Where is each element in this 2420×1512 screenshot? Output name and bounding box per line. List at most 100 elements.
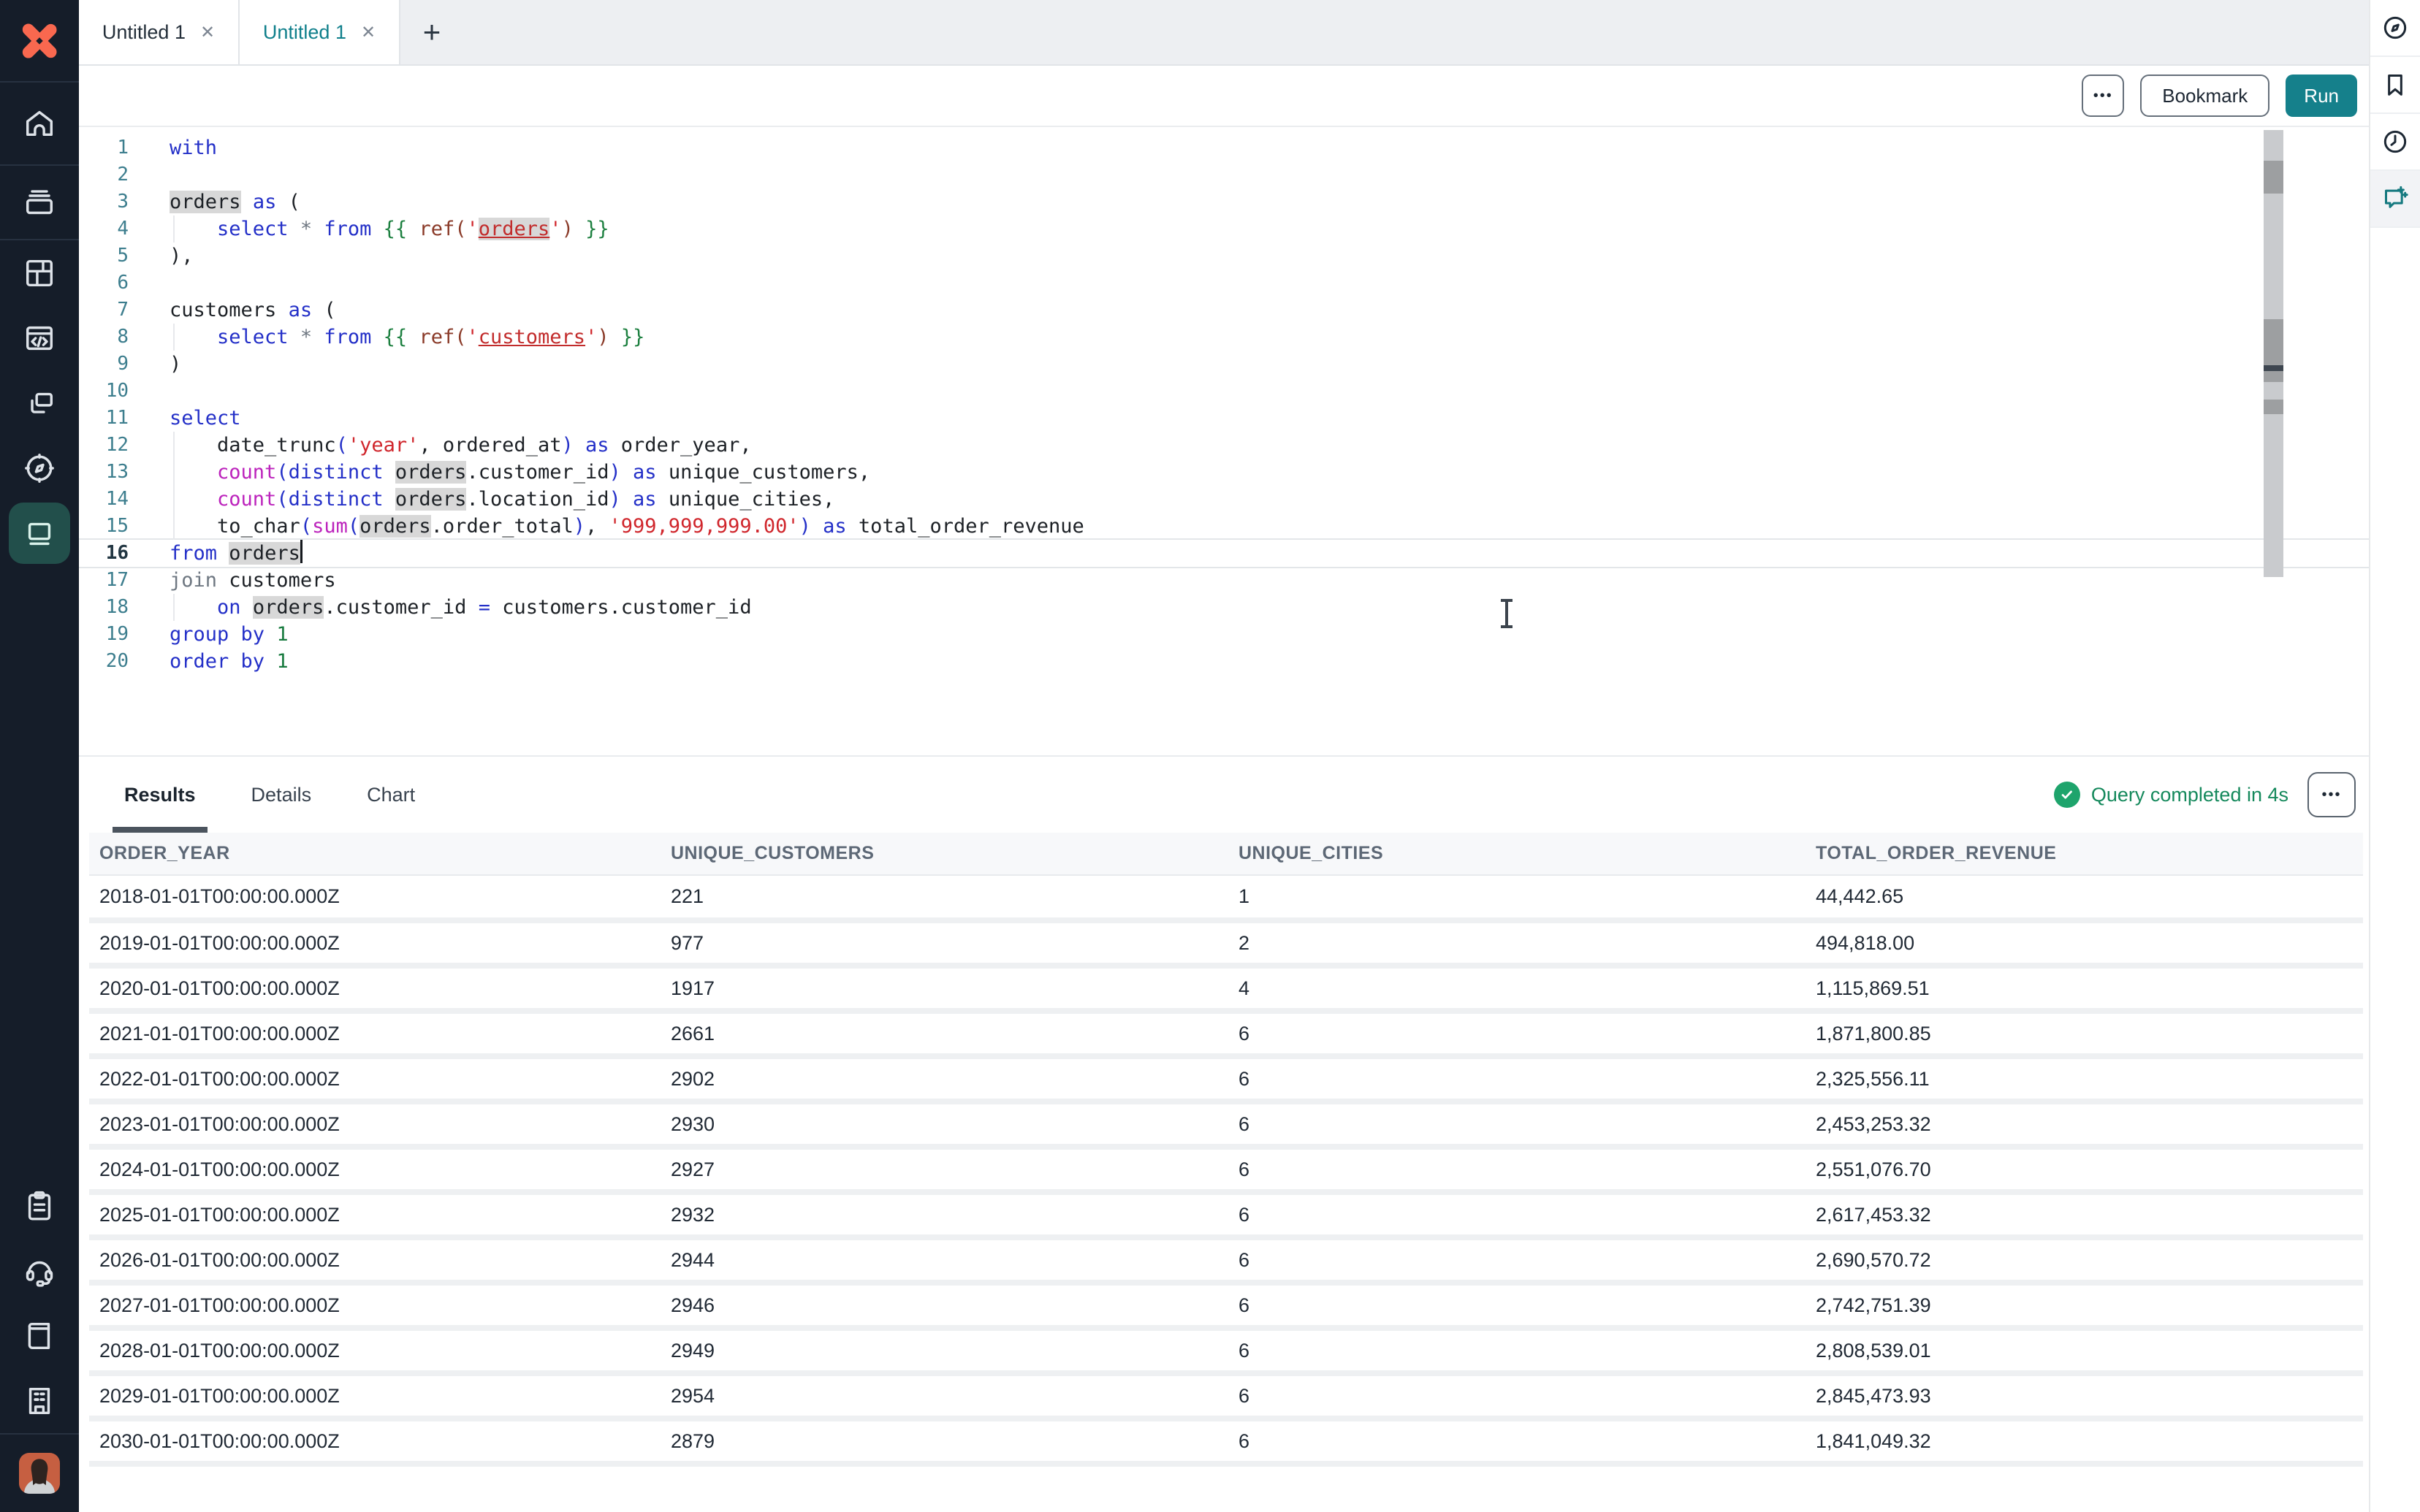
sidebar-avatar-slot — [0, 1435, 79, 1512]
indent-guide — [173, 513, 175, 540]
scrollbar-mark — [2264, 400, 2283, 414]
column-header[interactable]: ORDER_YEAR — [89, 833, 671, 875]
rail-item-history[interactable] — [2370, 114, 2420, 171]
table-row[interactable]: 2018-01-01T00:00:00.000Z221144,442.65 — [89, 875, 2363, 920]
table-cell: 6 — [1238, 1328, 1816, 1373]
clipboard-icon — [23, 1189, 56, 1223]
table-row[interactable]: 2021-01-01T00:00:00.000Z266161,871,800.8… — [89, 1011, 2363, 1056]
close-icon[interactable]: ✕ — [361, 22, 376, 43]
code-line[interactable]: 7customers as ( — [79, 297, 2369, 324]
new-tab-button[interactable]: + — [400, 0, 463, 64]
column-header[interactable]: TOTAL_ORDER_REVENUE — [1816, 833, 2363, 875]
code-line[interactable]: 12 date_trunc('year', ordered_at) as ord… — [79, 432, 2369, 459]
table-row[interactable]: 2019-01-01T00:00:00.000Z9772494,818.00 — [89, 920, 2363, 966]
code-line[interactable]: 16from orders — [79, 540, 2369, 567]
code-content: select — [129, 405, 2369, 432]
hex-logo[interactable] — [0, 0, 79, 81]
code-line[interactable]: 6 — [79, 270, 2369, 297]
code-line[interactable]: 18 on orders.customer_id = customers.cus… — [79, 594, 2369, 621]
text-caret — [300, 540, 302, 563]
tab-details[interactable]: Details — [240, 757, 324, 833]
table-row[interactable]: 2028-01-01T00:00:00.000Z294962,808,539.0… — [89, 1328, 2363, 1373]
table-cell: 6 — [1238, 1192, 1816, 1237]
code-content: to_char(sum(orders.order_total), '999,99… — [129, 513, 2369, 540]
table-cell: 2022-01-01T00:00:00.000Z — [89, 1056, 671, 1101]
close-icon[interactable]: ✕ — [200, 22, 215, 43]
line-number: 9 — [79, 351, 129, 378]
app-window: Untitled 1 ✕ Untitled 1 ✕ + ••• Bookmark… — [0, 0, 2420, 1512]
scrollbar-mark — [2264, 161, 2283, 194]
indent-guide — [173, 594, 175, 621]
sidebar-item-compute[interactable] — [0, 500, 79, 565]
sidebar-item-code[interactable] — [0, 305, 79, 370]
table-cell: 2,617,453.32 — [1816, 1192, 2363, 1237]
drawer-icon — [23, 186, 56, 219]
column-header[interactable]: UNIQUE_CITIES — [1238, 833, 1816, 875]
indent-guide — [173, 324, 175, 351]
code-line[interactable]: 11select — [79, 405, 2369, 432]
table-row[interactable]: 2030-01-01T00:00:00.000Z287961,841,049.3… — [89, 1419, 2363, 1464]
table-cell: 2020-01-01T00:00:00.000Z — [89, 966, 671, 1011]
more-options-button[interactable]: ••• — [2082, 75, 2124, 117]
laptop-icon — [23, 516, 56, 550]
code-content — [129, 161, 2369, 188]
rail-item-bookmarks[interactable] — [2370, 57, 2420, 114]
sidebar-item-docs[interactable] — [0, 1303, 79, 1368]
code-line[interactable]: 9) — [79, 351, 2369, 378]
column-header[interactable]: UNIQUE_CUSTOMERS — [671, 833, 1238, 875]
table-row[interactable]: 2020-01-01T00:00:00.000Z191741,115,869.5… — [89, 966, 2363, 1011]
table-row[interactable]: 2023-01-01T00:00:00.000Z293062,453,253.3… — [89, 1101, 2363, 1147]
sidebar-item-windows[interactable] — [0, 370, 79, 435]
home-icon — [23, 107, 56, 140]
code-line[interactable]: 15 to_char(sum(orders.order_total), '999… — [79, 513, 2369, 540]
sidebar-item-clipboard[interactable] — [0, 1173, 79, 1238]
code-line[interactable]: 14 count(distinct orders.location_id) as… — [79, 486, 2369, 513]
sidebar-item-explore[interactable] — [0, 435, 79, 500]
code-line[interactable]: 17join customers — [79, 567, 2369, 594]
table-cell: 2028-01-01T00:00:00.000Z — [89, 1328, 671, 1373]
code-line[interactable]: 10 — [79, 378, 2369, 405]
table-cell: 1917 — [671, 966, 1238, 1011]
code-line[interactable]: 1with — [79, 134, 2369, 161]
tab-results[interactable]: Results — [113, 757, 208, 833]
user-avatar[interactable] — [19, 1453, 60, 1494]
table-cell: 6 — [1238, 1373, 1816, 1419]
sidebar-item-apps[interactable] — [0, 240, 79, 305]
run-button[interactable]: Run — [2286, 75, 2357, 117]
results-more-button[interactable]: ••• — [2307, 772, 2356, 817]
code-line[interactable]: 4 select * from {{ ref('orders') }} — [79, 215, 2369, 243]
sidebar-item-data[interactable] — [0, 166, 79, 239]
sql-editor[interactable]: 1with23orders as (4 select * from {{ ref… — [79, 127, 2369, 757]
code-line[interactable]: 13 count(distinct orders.customer_id) as… — [79, 459, 2369, 486]
table-row[interactable]: 2024-01-01T00:00:00.000Z292762,551,076.7… — [89, 1147, 2363, 1192]
table-row[interactable]: 2022-01-01T00:00:00.000Z290262,325,556.1… — [89, 1056, 2363, 1101]
table-row[interactable]: 2029-01-01T00:00:00.000Z295462,845,473.9… — [89, 1373, 2363, 1419]
rail-item-ai-assistant[interactable] — [2370, 171, 2420, 228]
tab-label: Details — [251, 784, 312, 806]
code-line[interactable]: 5), — [79, 243, 2369, 270]
code-line[interactable]: 8 select * from {{ ref('customers') }} — [79, 324, 2369, 351]
table-row[interactable]: 2025-01-01T00:00:00.000Z293262,617,453.3… — [89, 1192, 2363, 1237]
table-cell: 44,442.65 — [1816, 875, 2363, 920]
tab-chart[interactable]: Chart — [355, 757, 427, 833]
doc-tab-1[interactable]: Untitled 1 ✕ — [79, 0, 240, 64]
sidebar-item-organization[interactable] — [0, 1368, 79, 1433]
table-row[interactable]: 2027-01-01T00:00:00.000Z294662,742,751.3… — [89, 1283, 2363, 1328]
rail-item-explore[interactable] — [2370, 0, 2420, 57]
table-cell: 2030-01-01T00:00:00.000Z — [89, 1419, 671, 1464]
editor-scrollbar[interactable] — [2264, 130, 2283, 577]
sidebar-item-home[interactable] — [0, 83, 79, 164]
bookmark-button[interactable]: Bookmark — [2140, 75, 2269, 117]
code-line[interactable]: 2 — [79, 161, 2369, 188]
code-content: date_trunc('year', ordered_at) as order_… — [129, 432, 2369, 459]
results-table: ORDER_YEAR UNIQUE_CUSTOMERS UNIQUE_CITIE… — [89, 833, 2363, 1467]
code-line[interactable]: 20order by 1 — [79, 648, 2369, 675]
code-line[interactable]: 19group by 1 — [79, 621, 2369, 648]
table-cell: 2,551,076.70 — [1816, 1147, 2363, 1192]
doc-tab-2[interactable]: Untitled 1 ✕ — [240, 0, 400, 64]
table-row[interactable]: 2026-01-01T00:00:00.000Z294462,690,570.7… — [89, 1237, 2363, 1283]
main-area: Untitled 1 ✕ Untitled 1 ✕ + ••• Bookmark… — [79, 0, 2369, 1512]
code-line[interactable]: 3orders as ( — [79, 188, 2369, 215]
sidebar-item-support[interactable] — [0, 1238, 79, 1303]
hex-logo-icon — [17, 18, 62, 64]
